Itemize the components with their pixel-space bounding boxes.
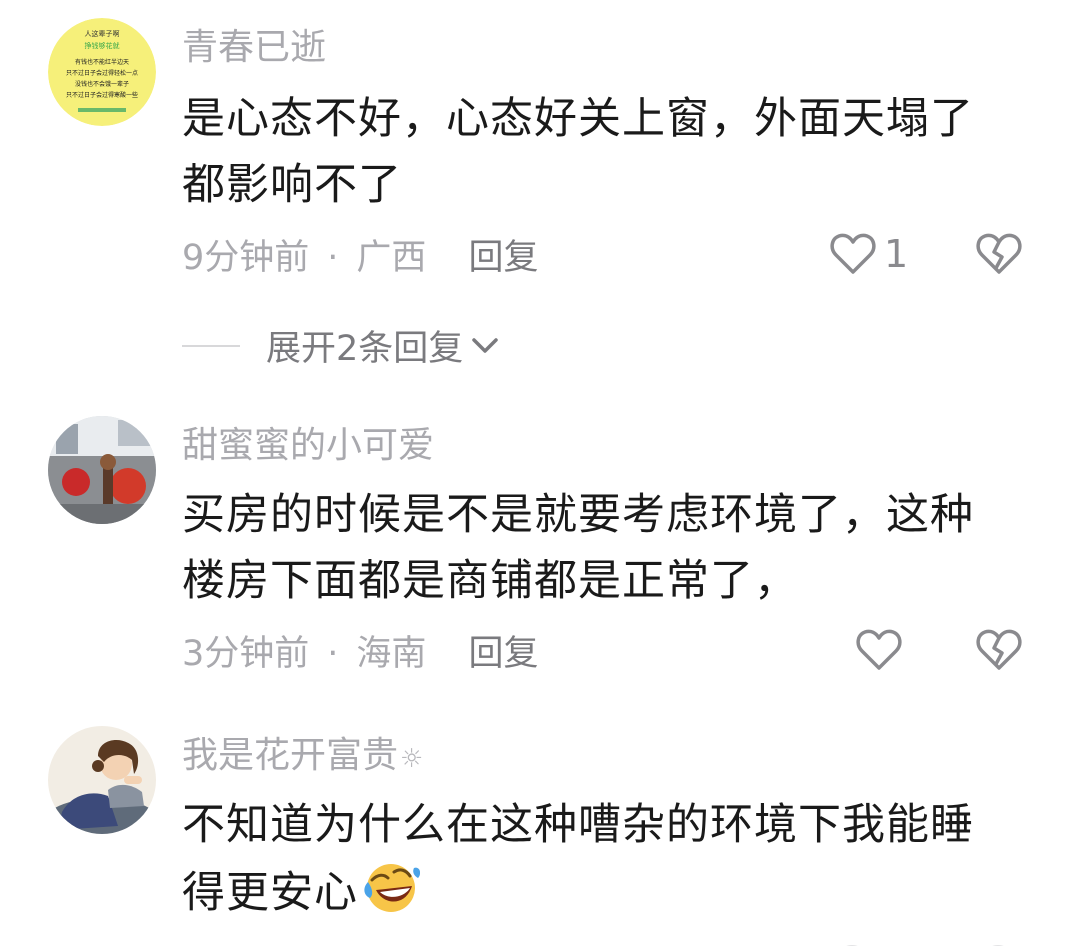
next-comment-icons-peek [830, 936, 1030, 946]
avatar[interactable] [48, 726, 156, 834]
comment-text: 买房的时候是不是就要考虑环境了，这种楼房下面都是商铺都是正常了， [182, 490, 974, 606]
reply-button[interactable]: 回复 [468, 634, 538, 674]
like-button[interactable]: 1 [830, 232, 908, 276]
avatar-image [48, 726, 156, 834]
svg-text:有钱也不能红半边天: 有钱也不能红半边天 [75, 58, 129, 66]
timestamp: 9分钟前 [182, 238, 310, 278]
comment-meta: 9分钟前 · 广西 回复 [182, 236, 538, 280]
broken-heart-icon [976, 233, 1022, 274]
broken-heart-icon [976, 629, 1022, 670]
separator-dot: · [327, 634, 339, 674]
svg-text:只不过日子会过得轻松一点: 只不过日子会过得轻松一点 [66, 69, 138, 77]
like-button[interactable] [856, 628, 902, 672]
timestamp: 3分钟前 [182, 634, 310, 674]
rolling-laughing-emoji [362, 858, 421, 933]
avatar-image: 人这辈子啊 挣钱够花就 有钱也不能红半边天 只不过日子会过得轻松一点 没钱也不会… [48, 18, 156, 126]
dislike-button[interactable] [976, 232, 1022, 280]
username-text: 我是花开富贵 [182, 735, 399, 776]
expand-replies-label: 展开2条回复 [266, 329, 464, 369]
avatar-image [48, 416, 156, 524]
svg-text:挣钱够花就: 挣钱够花就 [85, 41, 120, 50]
username[interactable]: 甜蜜蜜的小可爱 [182, 424, 434, 468]
separator-dot: · [327, 238, 339, 278]
location: 广西 [356, 238, 427, 278]
comment-text: 不知道为什么在这种嘈杂的环境下我能睡得更安心 [182, 792, 1012, 933]
comment-text-body: 不知道为什么在这种嘈杂的环境下我能睡得更安心 [182, 800, 974, 918]
expand-replies-button[interactable]: 展开2条回复 [182, 320, 499, 371]
comment-text: 是心态不好，心态好关上窗，外面天塌了都影响不了 [182, 94, 974, 210]
avatar[interactable] [48, 416, 156, 524]
comment-meta: 3分钟前 · 海南 回复 [182, 632, 538, 676]
svg-text:没钱也不会饿一辈子: 没钱也不会饿一辈子 [75, 80, 129, 88]
username[interactable]: 我是花开富贵☼ [182, 734, 423, 781]
username[interactable]: 青春已逝 [182, 26, 326, 70]
heart-icon [830, 233, 876, 274]
like-count: 1 [884, 232, 909, 276]
reply-button[interactable]: 回复 [468, 238, 538, 278]
location: 海南 [356, 634, 427, 674]
avatar[interactable]: 人这辈子啊 挣钱够花就 有钱也不能红半边天 只不过日子会过得轻松一点 没钱也不会… [48, 18, 156, 126]
sun-icon: ☼ [400, 744, 424, 774]
divider-line [182, 344, 240, 347]
svg-text:人这辈子啊: 人这辈子啊 [85, 29, 120, 38]
dislike-button[interactable] [976, 628, 1022, 676]
chevron-down-icon [472, 337, 499, 353]
heart-icon [856, 629, 902, 670]
svg-text:只不过日子会过得寒酸一些: 只不过日子会过得寒酸一些 [66, 91, 138, 99]
